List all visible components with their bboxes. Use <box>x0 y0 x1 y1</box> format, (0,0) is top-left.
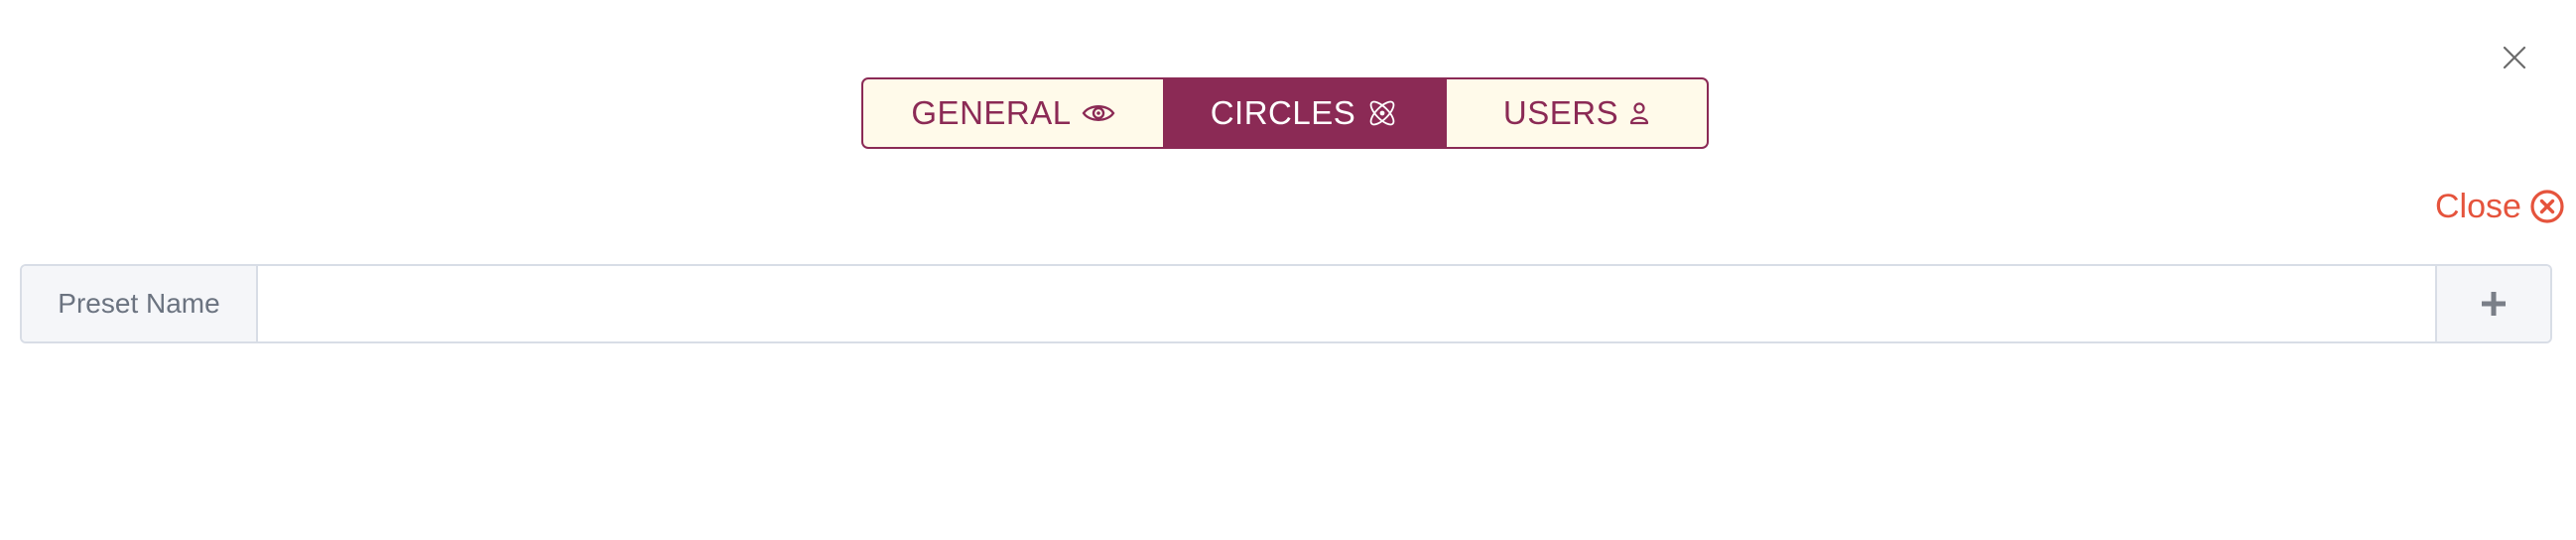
eye-icon <box>1082 105 1115 121</box>
tab-users[interactable]: USERS <box>1447 79 1707 147</box>
close-link-label: Close <box>2435 187 2521 225</box>
preset-name-label: Preset Name <box>22 266 258 341</box>
tab-circles[interactable]: CIRCLES <box>1165 79 1447 147</box>
close-link[interactable]: Close <box>2435 185 2565 228</box>
circle-x-icon <box>2530 190 2564 223</box>
modal-close-button[interactable] <box>2499 42 2530 73</box>
preset-input-group: Preset Name <box>20 264 2552 343</box>
tab-circles-label: CIRCLES <box>1210 94 1356 131</box>
user-icon <box>1629 102 1649 125</box>
close-icon <box>2503 46 2526 69</box>
tab-bar: GENERAL CIRCLES USERS <box>861 77 1709 149</box>
tab-general-label: GENERAL <box>911 94 1072 131</box>
atom-icon <box>1369 100 1395 126</box>
add-preset-button[interactable] <box>2435 266 2550 341</box>
tab-users-label: USERS <box>1502 94 1619 131</box>
preset-name-input[interactable] <box>258 266 2435 341</box>
tab-general[interactable]: GENERAL <box>863 79 1165 147</box>
plus-icon <box>2482 292 2506 316</box>
